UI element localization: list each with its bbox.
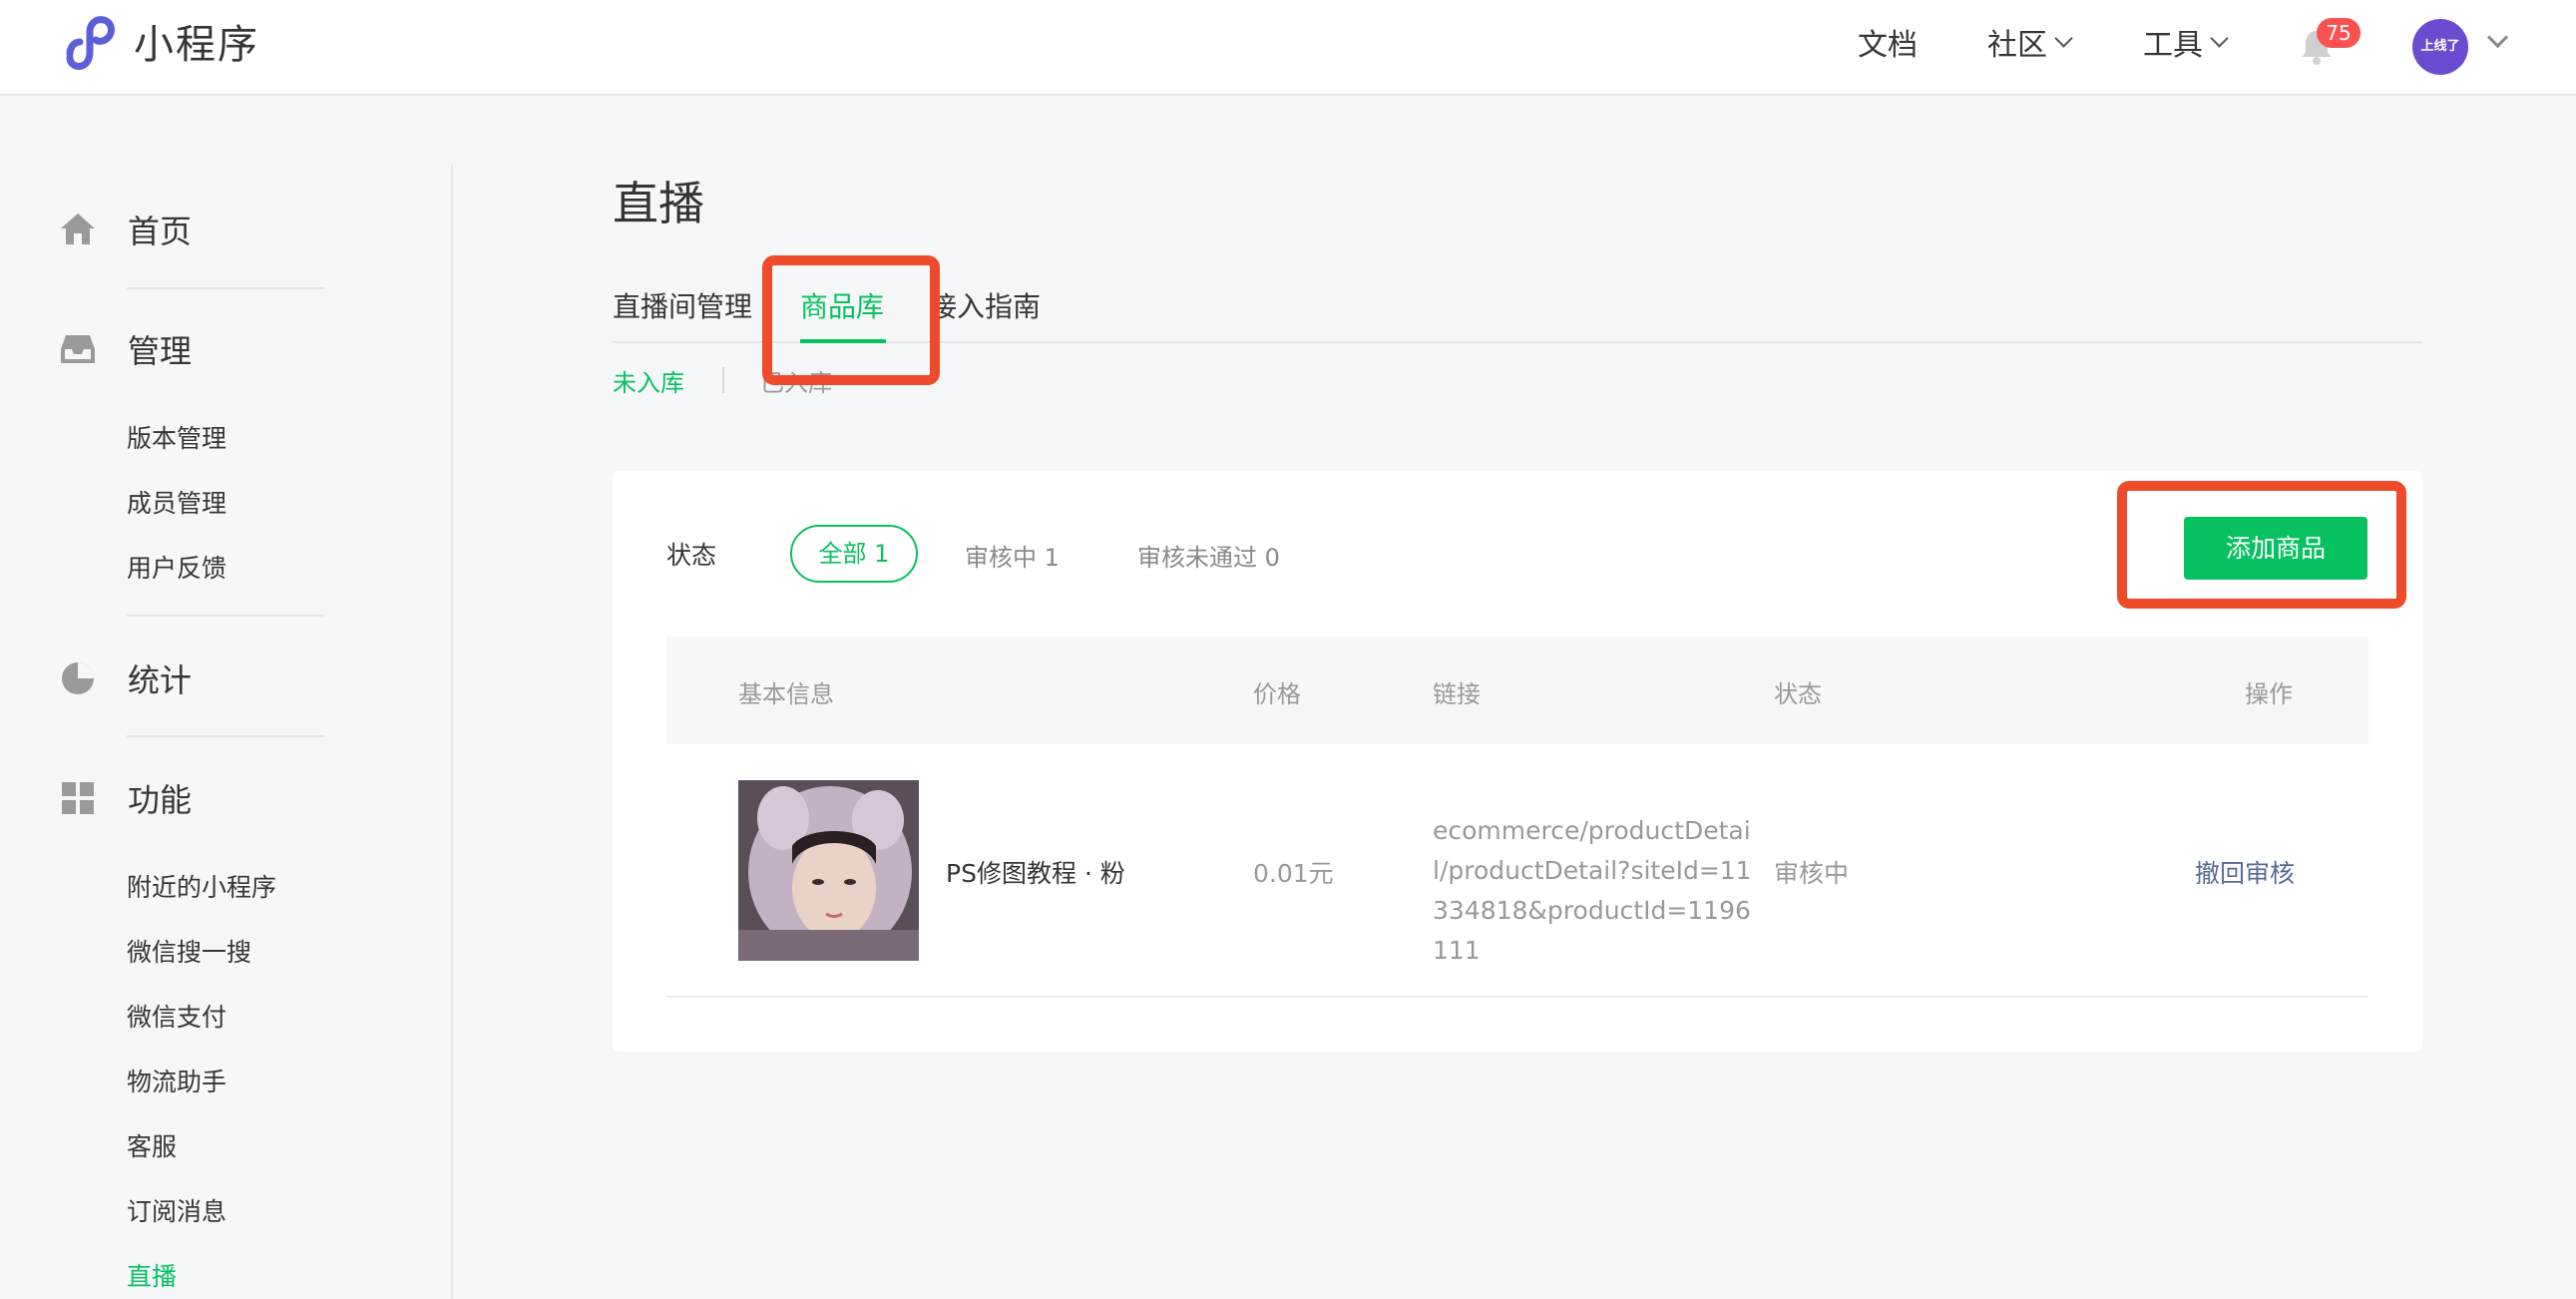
highlight-box-tab (762, 255, 940, 385)
nav-docs-label: 文档 (1858, 28, 1918, 63)
row-divider (666, 996, 2368, 998)
sidebar-group-stats[interactable]: 统计 (58, 649, 192, 708)
product-thumbnail (738, 780, 919, 961)
sidebar-group-label: 管理 (128, 332, 193, 370)
sidebar-item-members[interactable]: 成员管理 (127, 484, 226, 524)
sidebar-item-live[interactable]: 直播 (127, 1257, 177, 1297)
product-status: 审核中 (1774, 859, 1850, 888)
chevron-down-icon (2054, 28, 2073, 48)
subtab-divider (722, 367, 724, 393)
miniprogram-logo-icon (66, 16, 115, 70)
sidebar-item-logistics[interactable]: 物流助手 (127, 1063, 226, 1102)
page-title: 直播 (613, 177, 704, 230)
product-name: PS修图教程 · 粉 (946, 859, 1125, 888)
column-header-price: 价格 (1253, 680, 1301, 708)
sidebar-group-label: 功能 (128, 781, 193, 819)
chevron-down-icon[interactable] (2486, 26, 2509, 49)
tab-guide[interactable]: 接入指南 (929, 285, 1041, 325)
filter-all[interactable]: 全部 1 (790, 525, 918, 583)
sidebar-group-features[interactable]: 功能 (58, 768, 192, 828)
nav-community[interactable]: 社区 (1987, 20, 2073, 64)
column-header-action: 操作 (2245, 680, 2293, 708)
nav-tools-label: 工具 (2143, 28, 2203, 63)
inbox-icon (58, 329, 98, 369)
product-link: ecommerce/productDetail/productDetail?si… (1433, 816, 1752, 965)
highlight-box-add-button (2117, 481, 2406, 609)
tab-live-room[interactable]: 直播间管理 (613, 285, 752, 325)
filter-label: 状态 (666, 541, 717, 570)
sidebar-item-pay[interactable]: 微信支付 (127, 998, 226, 1038)
sidebar-group-label: 首页 (128, 213, 193, 250)
column-header-link: 链接 (1433, 680, 1481, 708)
nav-community-label: 社区 (1987, 28, 2047, 63)
sidebar-item-customer-service[interactable]: 客服 (127, 1127, 177, 1167)
pie-chart-icon (58, 658, 98, 698)
sidebar-group-label: 统计 (128, 661, 193, 699)
sidebar-group-home[interactable]: 首页 (58, 200, 192, 259)
sidebar-item-version[interactable]: 版本管理 (127, 419, 226, 459)
nav-tools[interactable]: 工具 (2143, 20, 2229, 64)
withdraw-review-link[interactable]: 撤回审核 (2195, 854, 2295, 890)
home-icon (58, 210, 98, 249)
column-header-basic-info: 基本信息 (738, 680, 834, 708)
app-name: 小程序 (134, 22, 259, 68)
nav-docs[interactable]: 文档 (1858, 20, 1918, 64)
avatar[interactable]: 上线了 (2412, 19, 2468, 75)
sidebar-divider-line (127, 735, 324, 737)
logo[interactable]: 小程序 (60, 12, 259, 70)
table-header (666, 637, 2368, 744)
chevron-down-icon (2210, 28, 2229, 48)
product-price: 0.01元 (1253, 859, 1334, 888)
grid-icon (58, 778, 98, 818)
sidebar-divider-line (127, 287, 324, 289)
sidebar-item-feedback[interactable]: 用户反馈 (127, 549, 226, 589)
filter-rejected[interactable]: 审核未通过 0 (1137, 538, 1280, 573)
notification-badge: 75 (2317, 18, 2361, 48)
sidebar-divider-line (127, 615, 324, 617)
sidebar-group-manage[interactable]: 管理 (58, 319, 192, 379)
sidebar-item-nearby[interactable]: 附近的小程序 (127, 868, 276, 908)
sidebar-divider (451, 165, 453, 1299)
subtab-not-stocked[interactable]: 未入库 (613, 363, 684, 398)
sidebar-item-search[interactable]: 微信搜一搜 (127, 933, 251, 973)
sidebar-item-subscribe[interactable]: 订阅消息 (127, 1192, 226, 1232)
top-bar: 小程序 文档 社区 工具 75 上线了 (0, 0, 2576, 96)
column-header-status: 状态 (1774, 680, 1822, 708)
filter-reviewing[interactable]: 审核中 1 (965, 538, 1060, 573)
